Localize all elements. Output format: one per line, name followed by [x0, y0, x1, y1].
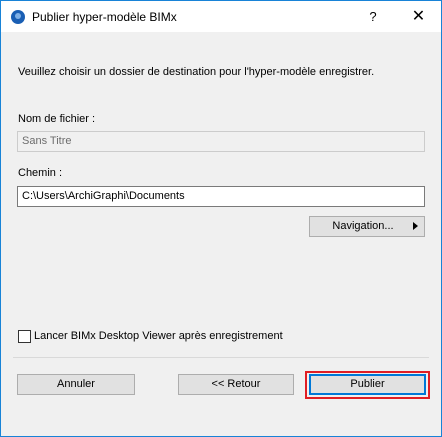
- publish-button[interactable]: Publier: [309, 374, 426, 395]
- footer-divider: [13, 357, 429, 358]
- filename-field: Sans Titre: [17, 131, 425, 152]
- close-button[interactable]: ✕: [396, 1, 441, 32]
- title-bar: Publier hyper-modèle BIMx ? ✕: [1, 1, 441, 32]
- launch-viewer-checkbox[interactable]: [18, 330, 31, 343]
- navigation-button-label: Navigation...: [332, 220, 394, 232]
- instruction-text: Veuillez choisir un dossier de destinati…: [18, 66, 375, 78]
- path-field[interactable]: C:\Users\ArchiGraphi\Documents: [17, 186, 425, 207]
- publish-dialog: Publier hyper-modèle BIMx ? ✕ Veuillez c…: [0, 0, 442, 437]
- navigation-button[interactable]: Navigation...: [309, 216, 425, 237]
- window-title: Publier hyper-modèle BIMx: [32, 10, 177, 24]
- help-button[interactable]: ?: [353, 1, 393, 32]
- cancel-button[interactable]: Annuler: [17, 374, 135, 395]
- triangle-right-icon: [413, 222, 418, 230]
- launch-viewer-label[interactable]: Lancer BIMx Desktop Viewer après enregis…: [34, 330, 283, 342]
- bimx-app-icon: [11, 10, 25, 24]
- back-button[interactable]: << Retour: [178, 374, 294, 395]
- filename-label: Nom de fichier :: [18, 113, 96, 125]
- path-label: Chemin :: [18, 167, 63, 179]
